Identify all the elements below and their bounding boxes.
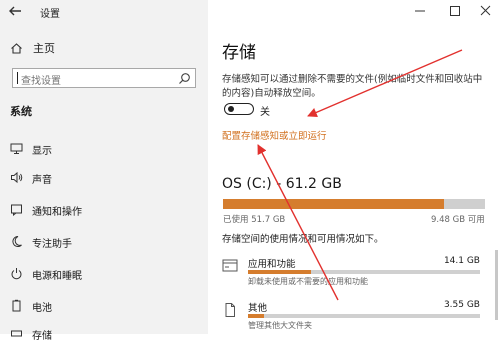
sidebar-item-storage[interactable]: 存储 (0, 322, 208, 346)
sidebar-item-focus-assist[interactable]: 专注助手 (0, 230, 208, 254)
sidebar-item-label: 通知和操作 (32, 207, 82, 218)
sidebar-item-battery[interactable]: 电池 (0, 294, 208, 318)
scrollbar[interactable] (495, 250, 498, 320)
app-title: 设置 (40, 9, 60, 20)
notification-icon (11, 204, 22, 216)
monitor-icon (10, 143, 23, 154)
category-subtitle: 管理其他大文件夹 (248, 321, 312, 330)
category-apps-features[interactable]: 应用和功能 14.1 GB 卸载未使用或不需要的应用和功能 (222, 256, 484, 286)
home-icon (11, 42, 22, 54)
sidebar-item-label: 显示 (32, 146, 52, 157)
back-arrow-icon[interactable] (6, 2, 24, 20)
category-other[interactable]: 其他 3.55 GB 管理其他大文件夹 (222, 300, 484, 330)
speaker-icon (11, 171, 23, 184)
power-icon (11, 268, 22, 280)
search-placeholder: 查找设置 (21, 76, 61, 87)
category-size: 3.55 GB (443, 300, 480, 310)
search-input[interactable]: 查找设置 (12, 68, 196, 88)
usage-description: 存储空间的使用情况和可用情况如下。 (222, 234, 384, 245)
minimize-icon[interactable] (408, 1, 432, 21)
category-usage-fill (248, 314, 265, 318)
sidebar-item-sound[interactable]: 声音 (0, 166, 208, 190)
drive-usage-fill (223, 199, 445, 209)
home-label: 主页 (33, 42, 55, 55)
sidebar-item-label: 声音 (32, 175, 52, 186)
sidebar-item-power-sleep[interactable]: 电源和睡眠 (0, 262, 208, 286)
storage-sense-toggle[interactable] (224, 103, 254, 115)
sidebar-item-notifications[interactable]: 通知和操作 (0, 198, 208, 222)
category-name: 应用和功能 (248, 259, 296, 270)
category-size: 14.1 GB (443, 256, 480, 266)
close-icon[interactable] (474, 1, 498, 21)
category-usage-fill (248, 270, 311, 274)
toggle-knob (228, 106, 234, 112)
sidebar-item-label: 专注助手 (32, 239, 72, 250)
sidebar-item-display[interactable]: 显示 (0, 137, 208, 161)
drive-usage-bar (223, 199, 485, 209)
page-title: 存储 (222, 43, 256, 63)
sidebar-home[interactable]: 主页 (10, 40, 55, 56)
sidebar-item-label: 电源和睡眠 (32, 271, 82, 282)
document-icon (225, 303, 235, 317)
title-bar: 设置 (0, 0, 500, 24)
sidebar-item-label: 存储 (32, 331, 52, 342)
configure-storage-sense-link[interactable]: 配置存储感知或立即运行 (222, 128, 327, 142)
maximize-icon[interactable] (443, 1, 467, 21)
moon-icon (12, 235, 22, 247)
section-label: 系统 (10, 105, 32, 118)
drive-name: OS (C:) - 61.2 GB (222, 176, 342, 192)
storage-sense-description: 存储感知可以通过删除不需要的文件(例如临时文件和回收站中的内容)自动释放空间。 (222, 74, 483, 99)
used-space-label: 已使用 51.7 GB (223, 215, 286, 225)
battery-icon (12, 299, 21, 312)
text-cursor (17, 72, 18, 84)
free-space-label: 9.48 GB 可用 (431, 215, 485, 225)
category-usage-bar (248, 270, 480, 274)
category-usage-bar (248, 314, 480, 318)
search-icon[interactable] (178, 72, 191, 85)
category-name: 其他 (248, 303, 268, 314)
sidebar-item-label: 电池 (32, 303, 52, 314)
toggle-state-label: 关 (260, 107, 270, 118)
apps-icon (222, 259, 238, 272)
category-subtitle: 卸载未使用或不需要的应用和功能 (248, 277, 368, 286)
